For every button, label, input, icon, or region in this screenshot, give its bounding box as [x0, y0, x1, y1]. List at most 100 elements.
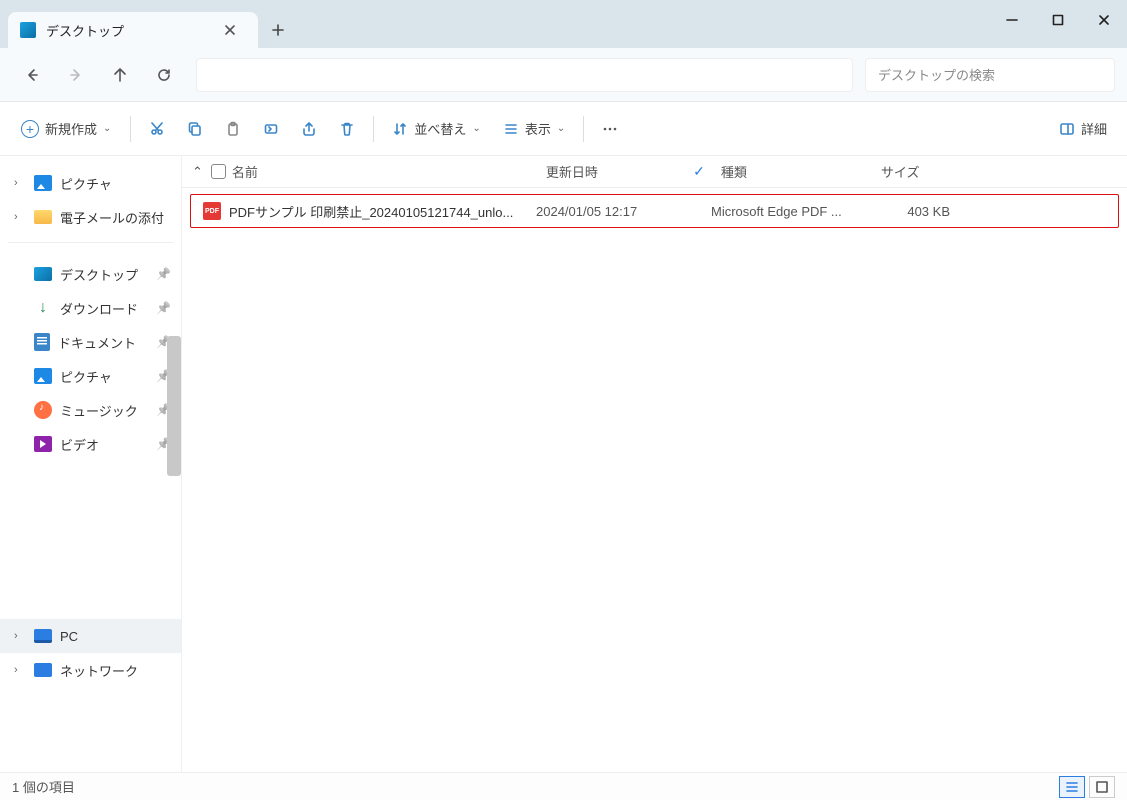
- column-size[interactable]: サイズ: [873, 162, 968, 181]
- tab-close-button[interactable]: [216, 22, 244, 38]
- new-button[interactable]: + 新規作成 ⌄: [10, 111, 122, 147]
- sidebar-item-label: 電子メールの添付: [60, 208, 164, 227]
- details-label: 詳細: [1081, 119, 1107, 138]
- chevron-right-icon: ›: [14, 630, 26, 642]
- sort-button[interactable]: 並べ替え ⌄: [382, 111, 490, 147]
- minimize-button[interactable]: [989, 0, 1035, 40]
- sidebar-item-ピクチャ[interactable]: ピクチャ📌: [0, 359, 181, 393]
- maximize-button[interactable]: [1035, 0, 1081, 40]
- sidebar-item-label: ダウンロード: [60, 299, 138, 318]
- back-button[interactable]: [12, 55, 52, 95]
- rename-button[interactable]: [253, 111, 289, 147]
- delete-button[interactable]: [329, 111, 365, 147]
- pin-icon: 📌: [156, 301, 171, 315]
- desktop-icon: [20, 22, 36, 38]
- file-size: 403 KB: [863, 204, 958, 219]
- sidebar-item-label: ネットワーク: [60, 661, 138, 680]
- chevron-down-icon: ⌄: [557, 123, 565, 134]
- chevron-down-icon: ⌄: [103, 123, 111, 134]
- paste-button[interactable]: [215, 111, 251, 147]
- sort-icon: [392, 121, 408, 137]
- sidebar-item-label: ミュージック: [60, 401, 138, 420]
- chevron-right-icon: ›: [14, 177, 26, 189]
- address-bar[interactable]: [196, 58, 853, 92]
- vid-icon: [34, 436, 52, 452]
- body: ›ピクチャ›電子メールの添付 デスクトップ📌↓ダウンロード📌ドキュメント📌ピクチ…: [0, 156, 1127, 772]
- plus-icon: [270, 22, 286, 38]
- file-name: PDFサンプル 印刷禁止_20240105121744_unlo...: [229, 202, 513, 221]
- maximize-icon: [1050, 12, 1066, 28]
- minimize-icon: [1004, 12, 1020, 28]
- scissors-icon: [149, 121, 165, 137]
- refresh-icon: [156, 67, 172, 83]
- scrollbar[interactable]: [167, 336, 181, 476]
- details-view-button[interactable]: [1059, 776, 1085, 798]
- column-type[interactable]: 種類: [713, 162, 873, 181]
- refresh-button[interactable]: [144, 55, 184, 95]
- sidebar-item-ピクチャ[interactable]: ›ピクチャ: [0, 166, 181, 200]
- view-button[interactable]: 表示 ⌄: [493, 111, 575, 147]
- view-icon: [503, 121, 519, 137]
- doc-icon: [34, 333, 50, 351]
- sidebar-item-label: デスクトップ: [60, 265, 138, 284]
- sidebar-item-デスクトップ[interactable]: デスクトップ 📌: [0, 257, 181, 291]
- pic-icon: [34, 368, 52, 384]
- rename-icon: [263, 121, 279, 137]
- tab-desktop[interactable]: デスクトップ: [8, 12, 258, 48]
- clipboard-icon: [225, 121, 241, 137]
- arrow-left-icon: [24, 67, 40, 83]
- close-button[interactable]: [1081, 0, 1127, 40]
- sidebar-item-ネットワーク[interactable]: ›ネットワーク: [0, 653, 181, 687]
- sidebar-item-ミュージック[interactable]: ミュージック📌: [0, 393, 181, 427]
- arrow-right-icon: [68, 67, 84, 83]
- item-count: 1 個の項目: [12, 777, 75, 796]
- cut-button[interactable]: [139, 111, 175, 147]
- pc-icon: [34, 629, 52, 643]
- column-name-label: 名前: [232, 162, 258, 181]
- column-date-label: 更新日時: [546, 162, 598, 181]
- column-name[interactable]: 名前: [203, 162, 538, 181]
- file-date: 2024/01/05 12:17: [528, 204, 703, 219]
- close-icon: [1096, 12, 1112, 28]
- sidebar: ›ピクチャ›電子メールの添付 デスクトップ📌↓ダウンロード📌ドキュメント📌ピクチ…: [0, 156, 182, 772]
- sidebar-item-label: PC: [60, 629, 78, 644]
- share-button[interactable]: [291, 111, 327, 147]
- sidebar-item-label: ピクチャ: [60, 367, 112, 386]
- ellipsis-icon: [602, 121, 618, 137]
- dl-icon: ↓: [34, 299, 52, 317]
- new-tab-button[interactable]: [258, 12, 298, 48]
- sidebar-item-電子メールの添付[interactable]: › 電子メールの添付: [0, 200, 181, 234]
- copy-icon: [187, 121, 203, 137]
- file-name-cell: PDFPDFサンプル 印刷禁止_20240105121744_unlo...: [195, 202, 528, 221]
- pin-icon: 📌: [156, 267, 171, 281]
- sidebar-item-PC[interactable]: › PC: [0, 619, 181, 653]
- chevron-right-icon: ›: [14, 211, 26, 223]
- trash-icon: [339, 121, 355, 137]
- up-button[interactable]: [100, 55, 140, 95]
- chevron-down-icon: ⌄: [472, 123, 480, 134]
- close-icon: [222, 22, 238, 38]
- sidebar-item-ダウンロード[interactable]: ↓ ダウンロード 📌: [0, 291, 181, 325]
- icons-view-button[interactable]: [1089, 776, 1115, 798]
- music-icon: [34, 401, 52, 419]
- divider: [583, 116, 584, 142]
- check-icon: ✓: [693, 163, 705, 180]
- select-all-checkbox[interactable]: [211, 164, 226, 179]
- sort-indicator-icon: ⌃: [192, 164, 203, 180]
- search-box[interactable]: デスクトップの検索: [865, 58, 1115, 92]
- forward-button[interactable]: [56, 55, 96, 95]
- details-pane-button[interactable]: 詳細: [1049, 111, 1117, 147]
- arrow-up-icon: [112, 67, 128, 83]
- folder-icon: [34, 210, 52, 224]
- sidebar-item-ビデオ[interactable]: ビデオ📌: [0, 427, 181, 461]
- divider: [130, 116, 131, 142]
- net-icon: [34, 663, 52, 677]
- sidebar-item-ドキュメント[interactable]: ドキュメント📌: [0, 325, 181, 359]
- more-button[interactable]: [592, 111, 628, 147]
- file-row[interactable]: PDFPDFサンプル 印刷禁止_20240105121744_unlo...20…: [190, 194, 1119, 228]
- column-date[interactable]: 更新日時 ✓: [538, 162, 713, 181]
- sidebar-item-label: ドキュメント: [58, 333, 136, 352]
- copy-button[interactable]: [177, 111, 213, 147]
- column-size-label: サイズ: [881, 162, 920, 181]
- toolbar: + 新規作成 ⌄ 並べ替え ⌄ 表示 ⌄ 詳細: [0, 102, 1127, 156]
